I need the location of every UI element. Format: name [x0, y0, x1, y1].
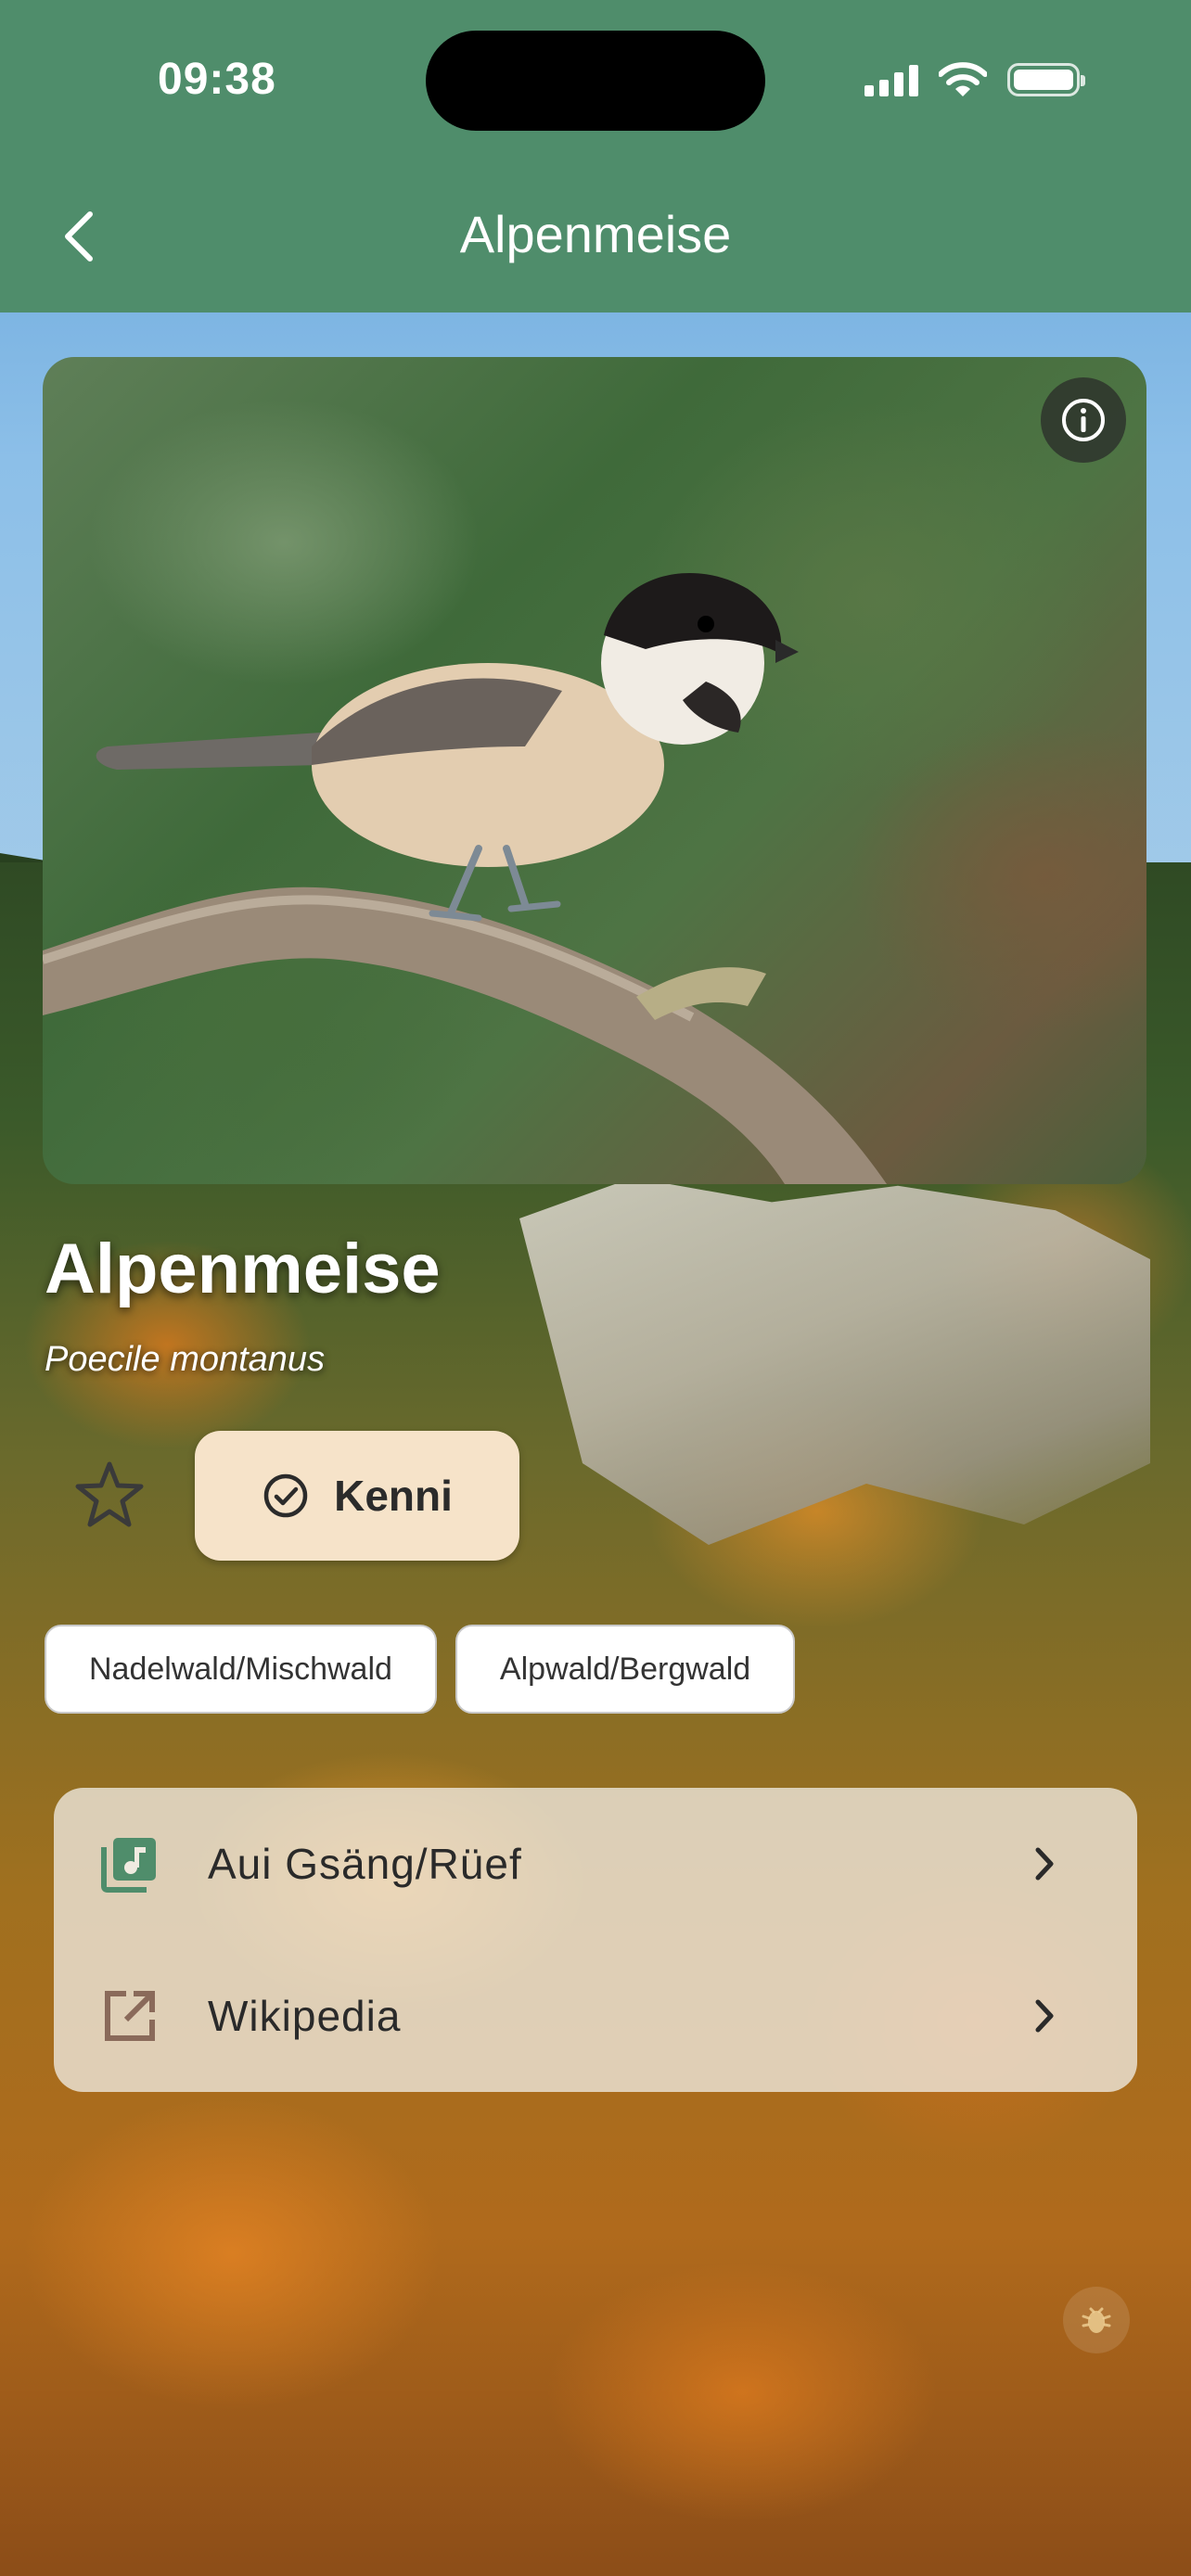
wifi-icon	[939, 62, 987, 96]
star-outline-icon	[75, 1461, 144, 1527]
bird-photo[interactable]	[43, 357, 1146, 1184]
image-info-button[interactable]	[1041, 377, 1126, 463]
page-title: Alpenmeise	[459, 205, 732, 263]
links-card: Aui Gsäng/Rüef Wikipedia	[54, 1788, 1137, 2092]
kenni-button[interactable]: Kenni	[195, 1431, 519, 1561]
link-row-wikipedia[interactable]: Wikipedia	[54, 1940, 1137, 2092]
habitat-chip[interactable]: Nadelwald/Mischwald	[45, 1625, 437, 1714]
species-name: Alpenmeise	[45, 1230, 441, 1308]
bird-illustration	[43, 572, 887, 1184]
status-time: 09:38	[158, 55, 276, 104]
link-label-sounds: Aui Gsäng/Rüef	[208, 1840, 522, 1888]
chevron-right-icon	[1026, 1997, 1063, 2034]
music-library-icon	[100, 1834, 160, 1894]
chevron-right-icon	[1026, 1845, 1063, 1882]
habitat-chips: Nadelwald/Mischwald Alpwald/Bergwald	[45, 1625, 796, 1714]
habitat-chip[interactable]: Alpwald/Bergwald	[455, 1625, 796, 1714]
signal-icon	[864, 63, 918, 96]
bug-icon	[1082, 2307, 1111, 2333]
link-label-wikipedia: Wikipedia	[208, 1992, 402, 2040]
favorite-button[interactable]	[65, 1451, 154, 1540]
kenni-label: Kenni	[334, 1472, 453, 1520]
dynamic-island	[426, 31, 765, 131]
external-link-icon	[100, 1986, 160, 2046]
species-latin-name: Poecile montanus	[45, 1340, 326, 1379]
status-bar: 09:38	[0, 0, 1191, 167]
app-header: 09:38 Alpenmeise	[0, 0, 1191, 312]
status-icons	[864, 59, 1085, 100]
info-icon	[1062, 399, 1105, 441]
check-circle-icon	[263, 1473, 308, 1518]
link-row-sounds[interactable]: Aui Gsäng/Rüef	[54, 1788, 1137, 1940]
battery-icon	[1007, 63, 1085, 96]
debug-button[interactable]	[1063, 2287, 1130, 2353]
navigation-bar: Alpenmeise	[0, 176, 1191, 297]
